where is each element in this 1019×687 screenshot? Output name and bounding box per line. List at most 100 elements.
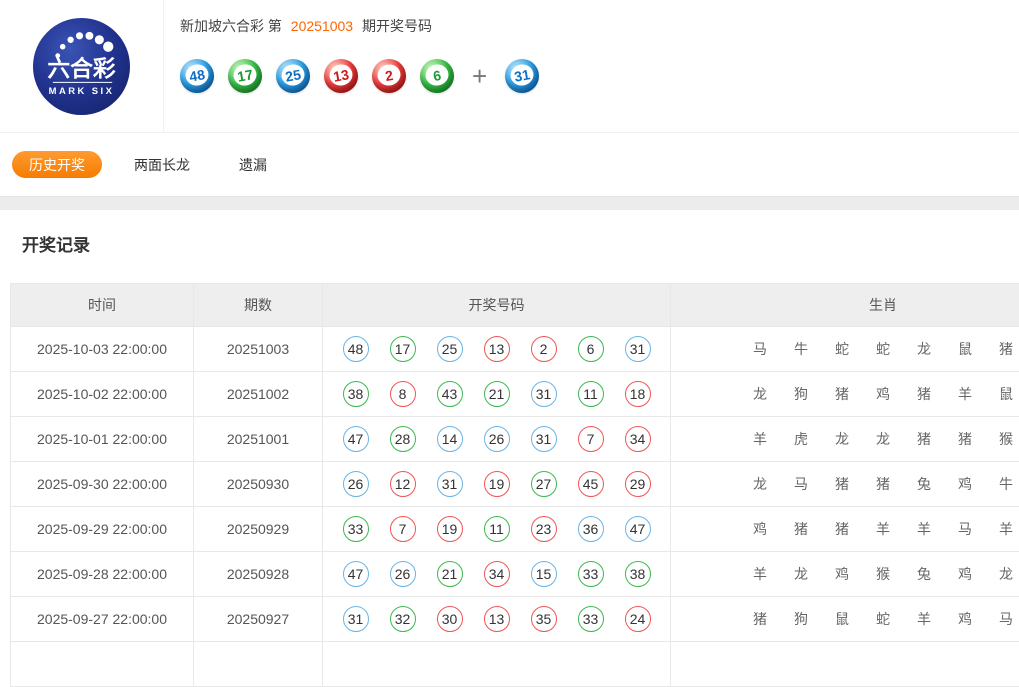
zodiac-char: 龙: [917, 339, 931, 359]
draw-time: 2025-09-28 22:00:00: [11, 552, 194, 597]
zodiac-cell: 羊龙鸡猴兔鸡龙: [671, 552, 1019, 597]
draw-period: 20250929: [194, 507, 323, 552]
zodiac-cell: 龙马猪猪兔鸡牛: [671, 462, 1019, 507]
number-circle-blue: 47: [343, 426, 369, 452]
number-circle-blue: 14: [437, 426, 463, 452]
number-circle-green: 11: [484, 516, 510, 542]
draw-numbers-cell: 3371911233647: [323, 507, 671, 552]
main-content: 开奖记录 时间期数开奖号码生肖 2025-10-03 22:00:0020251…: [0, 210, 1019, 687]
draw-time: 2025-10-02 22:00:00: [11, 372, 194, 417]
zodiac-char: 牛: [794, 339, 808, 359]
number-circle-blue: 36: [578, 516, 604, 542]
zodiac-list: 羊虎龙龙猪猪猴: [671, 429, 1019, 449]
number-circle-green: 38: [625, 561, 651, 587]
ball-number: 6: [424, 63, 450, 88]
zodiac-char: 虎: [794, 429, 808, 449]
number-circle-green: 33: [578, 606, 604, 632]
zodiac-cell: 马牛蛇蛇龙鼠猪: [671, 327, 1019, 372]
nav-tab-active[interactable]: 历史开奖: [12, 151, 102, 178]
zodiac-char: 牛: [999, 474, 1013, 494]
table-row: 2025-10-01 22:00:00202510014728142631734…: [11, 417, 1019, 462]
zodiac-char: 猪: [917, 429, 931, 449]
draw-title-suffix: 期开奖号码: [362, 18, 432, 34]
draw-period: 20251001: [194, 417, 323, 462]
lottery-ball-blue: 25: [276, 59, 310, 93]
number-circle-green: 32: [390, 606, 416, 632]
number-circle-green: 28: [390, 426, 416, 452]
number-circle-green: 6: [578, 336, 604, 362]
logo-subtitle-text: MARK SIX: [49, 85, 115, 96]
number-circle-red: 30: [437, 606, 463, 632]
number-circle-blue: 25: [437, 336, 463, 362]
zodiac-char: 猪: [794, 519, 808, 539]
draw-numbers-cell: 3884321311118: [323, 372, 671, 417]
number-circle-red: 7: [390, 516, 416, 542]
zodiac-list: 羊龙鸡猴兔鸡龙: [671, 564, 1019, 584]
table-header-row: 时间期数开奖号码生肖: [11, 284, 1019, 327]
zodiac-char: 龙: [876, 429, 890, 449]
draw-period: 20251003: [194, 327, 323, 372]
zodiac-char: 猴: [999, 429, 1013, 449]
zodiac-char: 鼠: [835, 609, 849, 629]
table-row: 2025-09-29 22:00:00202509293371911233647…: [11, 507, 1019, 552]
number-circle-blue: 47: [343, 561, 369, 587]
table-row-partial: [11, 642, 1019, 687]
number-circle-red: 18: [625, 381, 651, 407]
lottery-ball-green: 17: [228, 59, 262, 93]
draw-numbers: 481725132631: [323, 336, 670, 362]
number-circle-green: 11: [578, 381, 604, 407]
nav-tab-item[interactable]: 遗漏: [222, 151, 284, 178]
header-divider: [163, 0, 164, 132]
lottery-ball-blue: 31: [505, 59, 539, 93]
number-circle-red: 29: [625, 471, 651, 497]
section-separator: [0, 196, 1019, 210]
column-header: 开奖号码: [323, 284, 671, 327]
zodiac-char: 鸡: [876, 384, 890, 404]
draw-numbers: 4728142631734: [323, 426, 670, 452]
empty-cell: [11, 642, 194, 687]
current-draw-info: 新加坡六合彩 第 20251003 期开奖号码 4817251326+31: [163, 0, 539, 132]
table-row: 2025-09-28 22:00:00202509284726213415333…: [11, 552, 1019, 597]
zodiac-char: 猪: [876, 474, 890, 494]
zodiac-char: 龙: [794, 564, 808, 584]
number-circle-blue: 31: [625, 336, 651, 362]
zodiac-char: 兔: [917, 564, 931, 584]
number-circle-red: 34: [484, 561, 510, 587]
zodiac-char: 马: [958, 519, 972, 539]
zodiac-char: 蛇: [835, 339, 849, 359]
draw-title-prefix: 新加坡六合彩 第: [180, 18, 282, 34]
number-circle-green: 21: [484, 381, 510, 407]
zodiac-char: 狗: [794, 384, 808, 404]
column-header: 生肖: [671, 284, 1019, 327]
draw-numbers-cell: 26123119274529: [323, 462, 671, 507]
number-circle-green: 17: [390, 336, 416, 362]
number-circle-red: 12: [390, 471, 416, 497]
zodiac-char: 鸡: [958, 609, 972, 629]
zodiac-char: 蛇: [876, 609, 890, 629]
zodiac-cell: 鸡猪猪羊羊马羊: [671, 507, 1019, 552]
number-circle-blue: 26: [343, 471, 369, 497]
number-circle-green: 33: [343, 516, 369, 542]
draw-numbers: 3884321311118: [323, 381, 670, 407]
zodiac-list: 龙马猪猪兔鸡牛: [671, 474, 1019, 494]
number-circle-red: 2: [531, 336, 557, 362]
number-circle-blue: 31: [531, 426, 557, 452]
number-circle-blue: 47: [625, 516, 651, 542]
draw-numbers-cell: 47262134153338: [323, 552, 671, 597]
zodiac-char: 龙: [835, 429, 849, 449]
zodiac-char: 马: [999, 609, 1013, 629]
zodiac-char: 鼠: [958, 339, 972, 359]
draw-time: 2025-09-27 22:00:00: [11, 597, 194, 642]
number-circle-blue: 31: [531, 381, 557, 407]
zodiac-char: 兔: [917, 474, 931, 494]
table-row: 2025-09-30 22:00:00202509302612311927452…: [11, 462, 1019, 507]
zodiac-char: 猪: [753, 609, 767, 629]
zodiac-char: 龙: [999, 564, 1013, 584]
nav-tab-item[interactable]: 两面长龙: [117, 151, 207, 178]
zodiac-list: 猪狗鼠蛇羊鸡马: [671, 609, 1019, 629]
zodiac-char: 猪: [917, 384, 931, 404]
empty-cell: [671, 642, 1019, 687]
draw-time: 2025-09-30 22:00:00: [11, 462, 194, 507]
column-header: 时间: [11, 284, 194, 327]
zodiac-char: 马: [753, 339, 767, 359]
